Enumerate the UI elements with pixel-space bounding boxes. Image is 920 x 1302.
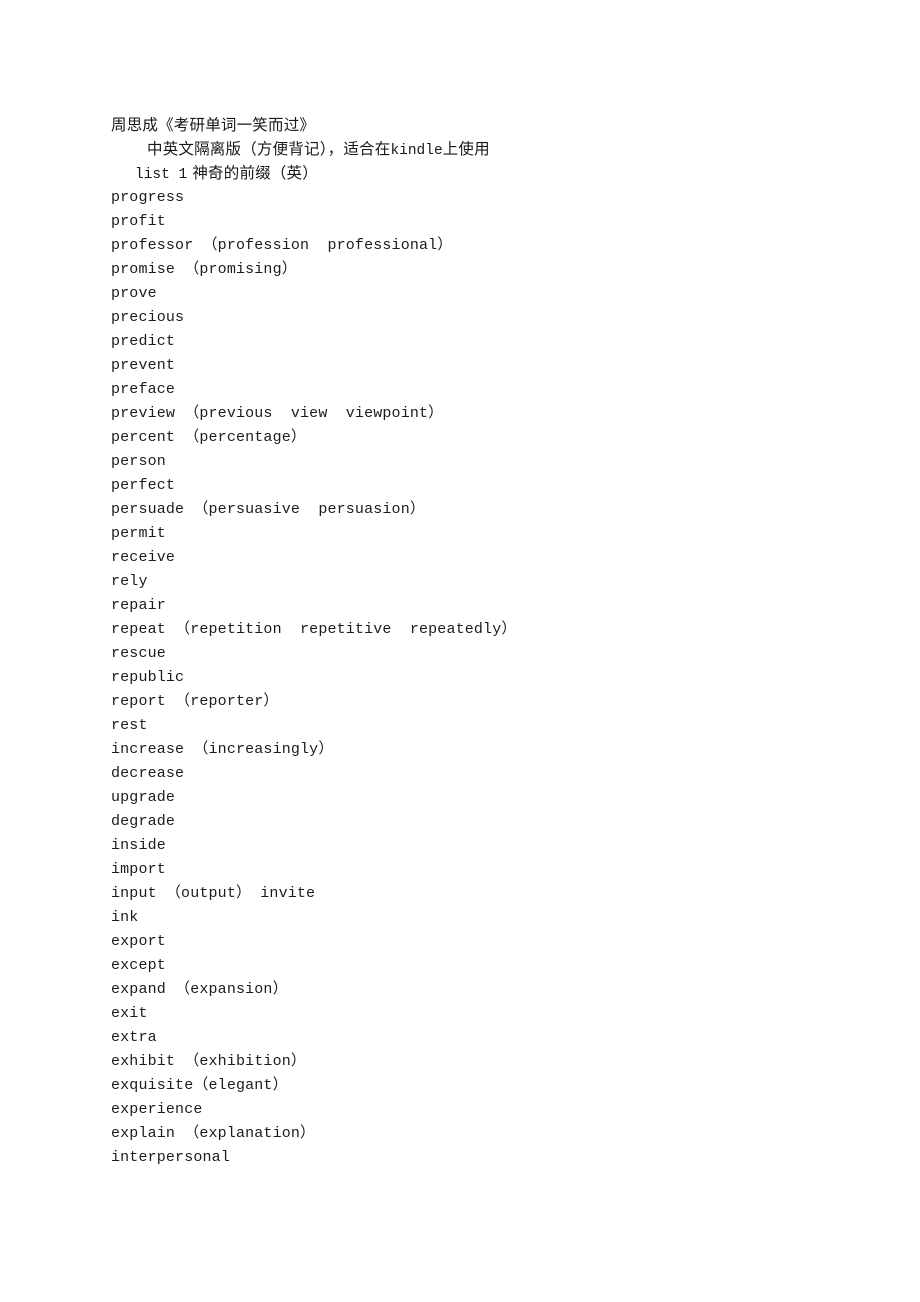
document-page: 周思成《考研单词一笑而过》 中英文隔离版（方便背记），适合在kindle上使用 …: [0, 0, 920, 1302]
word-list-item: ink: [111, 909, 139, 926]
word-list-item: precious: [111, 309, 185, 326]
header-subtitle-latin: kindle: [390, 143, 443, 159]
word-list-item: percent （percentage）: [111, 429, 307, 446]
word-list-item: rest: [111, 717, 148, 734]
word-list-item: inside: [111, 837, 166, 854]
word-list-item: rely: [111, 573, 148, 590]
word-list-item: prevent: [111, 357, 176, 374]
word-list-item: permit: [111, 525, 166, 542]
word-list-item: import: [111, 861, 166, 878]
word-list-item: report （reporter）: [111, 693, 279, 710]
word-list-item: receive: [111, 549, 176, 566]
word-list-item: profit: [111, 213, 166, 230]
word-list-item: upgrade: [111, 789, 176, 806]
word-list-item: export: [111, 933, 166, 950]
word-list-item: repeat （repetition repetitive repeatedly…: [111, 621, 517, 638]
header-title-line: 周思成《考研单词一笑而过》: [111, 116, 316, 134]
word-list-item: rescue: [111, 645, 166, 662]
header-section-line: list 1 神奇的前缀（英）: [111, 161, 871, 185]
header-subtitle-prefix: 中英文隔离版（方便背记），适合在: [147, 140, 391, 158]
word-list-item: predict: [111, 333, 176, 350]
word-list-item: exhibit （exhibition）: [111, 1053, 307, 1070]
document-header: 周思成《考研单词一笑而过》 中英文隔离版（方便背记），适合在kindle上使用 …: [111, 113, 871, 185]
word-list-item: exit: [111, 1005, 148, 1022]
word-list-item: except: [111, 957, 166, 974]
word-list-item: republic: [111, 669, 185, 686]
word-list-item: input （output） invite: [111, 885, 316, 902]
word-list-item: increase （increasingly）: [111, 741, 334, 758]
word-list-item: preview （previous view viewpoint）: [111, 405, 444, 422]
word-list-item: promise （promising）: [111, 261, 297, 278]
word-list-item: exquisite（elegant）: [111, 1077, 288, 1094]
word-list-item: decrease: [111, 765, 185, 782]
word-list-item: progress: [111, 189, 185, 206]
word-list-item: preface: [111, 381, 176, 398]
word-list-item: extra: [111, 1029, 157, 1046]
header-section-suffix: 神奇的前缀（英）: [187, 164, 318, 182]
word-list-item: interpersonal: [111, 1149, 230, 1166]
word-list-item: person: [111, 453, 166, 470]
word-list-item: degrade: [111, 813, 176, 830]
word-list-item: experience: [111, 1101, 203, 1118]
header-subtitle-line: 中英文隔离版（方便背记），适合在kindle上使用: [111, 137, 871, 161]
word-list-item: explain （explanation）: [111, 1125, 316, 1142]
header-subtitle-suffix: 上使用: [442, 140, 490, 158]
word-list-item: repair: [111, 597, 166, 614]
word-list-item: persuade （persuasive persuasion）: [111, 501, 425, 518]
word-list-item: perfect: [111, 477, 176, 494]
header-section-latin: list 1: [135, 167, 188, 183]
word-list-item: expand （expansion）: [111, 981, 288, 998]
vocabulary-word-list: progress profit professor （profession prof…: [111, 186, 891, 1170]
word-list-item: prove: [111, 285, 157, 302]
word-list-item: professor （profession professional）: [111, 237, 453, 254]
